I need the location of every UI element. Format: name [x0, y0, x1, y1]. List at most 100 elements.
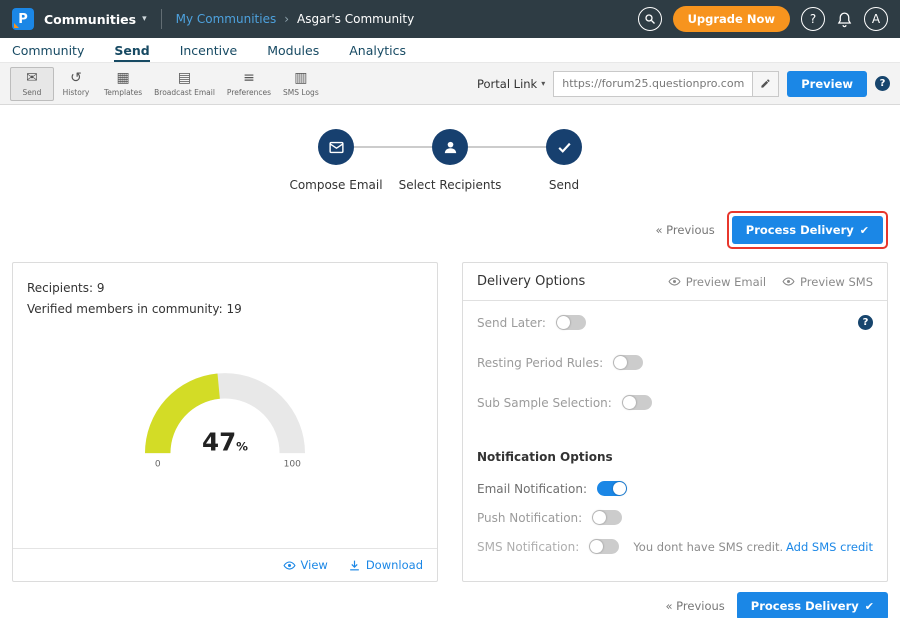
- chevron-down-icon: ▾: [541, 79, 545, 88]
- process-delivery-label: Process Delivery: [751, 599, 859, 613]
- portal-url-input[interactable]: [553, 71, 753, 97]
- annotation-highlight-box: Process Delivery ✔: [727, 211, 888, 249]
- upgrade-now-button[interactable]: Upgrade Now: [673, 6, 790, 32]
- sms-credit-message: You dont have SMS credit.: [633, 540, 783, 554]
- push-notification-label: Push Notification:: [477, 511, 582, 525]
- preferences-icon: ≡: [243, 71, 255, 86]
- check-icon: ✔: [865, 600, 874, 613]
- step-compose-email[interactable]: Compose Email: [290, 129, 382, 192]
- sms-notification-label: SMS Notification:: [477, 540, 579, 554]
- communities-menu-label: Communities: [44, 12, 136, 27]
- tab-send[interactable]: Send: [114, 43, 149, 62]
- gauge-min-label: 0: [155, 460, 161, 470]
- portal-link-dropdown[interactable]: Portal Link ▾: [477, 77, 545, 91]
- questionpro-logo[interactable]: P: [12, 8, 34, 30]
- edit-url-button[interactable]: [753, 71, 779, 97]
- breadcrumb-current: Asgar's Community: [297, 12, 414, 26]
- breadcrumb-separator: ›: [284, 12, 289, 26]
- send-later-toggle[interactable]: [556, 315, 586, 330]
- resting-period-label: Resting Period Rules:: [477, 356, 603, 370]
- question-mark-icon: ?: [810, 12, 816, 26]
- module-nav: Community Send Incentive Modules Analyti…: [0, 38, 900, 63]
- top-action-row: « Previous Process Delivery ✔: [0, 211, 900, 249]
- compose-email-step-circle[interactable]: [318, 129, 354, 165]
- eye-icon: [782, 275, 795, 288]
- tool-broadcast-email-label: Broadcast Email: [154, 88, 215, 97]
- search-button[interactable]: [638, 7, 662, 31]
- tab-incentive[interactable]: Incentive: [180, 43, 238, 62]
- tab-community[interactable]: Community: [12, 43, 84, 62]
- step-select-recipients-label: Select Recipients: [399, 178, 502, 192]
- add-sms-credit-link[interactable]: Add SMS credit: [786, 540, 873, 554]
- download-link[interactable]: Download: [348, 558, 423, 572]
- help-button[interactable]: ?: [801, 7, 825, 31]
- email-notification-label: Email Notification:: [477, 482, 587, 496]
- header-divider: [161, 9, 162, 29]
- eye-icon: [283, 559, 296, 572]
- tool-history[interactable]: ↺ History: [54, 67, 98, 101]
- tab-analytics[interactable]: Analytics: [349, 43, 406, 62]
- step-select-recipients[interactable]: Select Recipients: [404, 129, 496, 192]
- send-toolbar: ✉ Send ↺ History ▦ Templates ▤ Broadcast…: [0, 63, 900, 105]
- email-notification-toggle[interactable]: [597, 481, 627, 496]
- tool-broadcast-email[interactable]: ▤ Broadcast Email: [148, 67, 221, 101]
- previous-link-bottom[interactable]: « Previous: [665, 599, 724, 613]
- preview-button[interactable]: Preview: [787, 71, 867, 97]
- toolbar-help-icon[interactable]: ?: [875, 76, 890, 91]
- templates-icon: ▦: [116, 71, 129, 86]
- sms-logs-icon: ▥: [294, 71, 307, 86]
- avatar-letter: A: [872, 12, 880, 26]
- logo-letter: P: [18, 12, 28, 27]
- portal-link-label: Portal Link: [477, 77, 537, 91]
- step-send-label: Send: [549, 178, 579, 192]
- history-icon: ↺: [70, 71, 82, 86]
- search-icon: [644, 13, 656, 25]
- tab-modules[interactable]: Modules: [267, 43, 319, 62]
- recipients-count: Recipients: 9: [27, 278, 423, 299]
- delivery-options-panel: Delivery Options Preview Email Preview S…: [462, 262, 888, 582]
- envelope-icon: [328, 139, 345, 156]
- view-link[interactable]: View: [283, 558, 328, 572]
- notifications-button[interactable]: [836, 11, 853, 28]
- communities-menu-button[interactable]: Communities ▾: [44, 12, 147, 27]
- step-compose-email-label: Compose Email: [289, 178, 382, 192]
- tool-preferences[interactable]: ≡ Preferences: [221, 67, 277, 101]
- process-delivery-label: Process Delivery: [746, 223, 854, 237]
- tool-templates-label: Templates: [104, 88, 142, 97]
- previous-link-top[interactable]: « Previous: [655, 223, 714, 237]
- send-icon: ✉: [26, 71, 38, 86]
- tool-sms-logs-label: SMS Logs: [283, 88, 319, 97]
- resting-period-toggle[interactable]: [613, 355, 643, 370]
- select-recipients-step-circle[interactable]: [432, 129, 468, 165]
- process-delivery-button-top[interactable]: Process Delivery ✔: [732, 216, 883, 244]
- content-panels: Recipients: 9 Verified members in commun…: [12, 262, 888, 582]
- process-delivery-button-bottom[interactable]: Process Delivery ✔: [737, 592, 888, 618]
- tool-sms-logs[interactable]: ▥ SMS Logs: [277, 67, 325, 101]
- preview-sms-link[interactable]: Preview SMS: [782, 275, 873, 289]
- preview-email-link[interactable]: Preview Email: [668, 275, 766, 289]
- sms-notification-toggle[interactable]: [589, 539, 619, 554]
- broadcast-email-icon: ▤: [178, 71, 191, 86]
- send-step-circle[interactable]: [546, 129, 582, 165]
- bottom-action-row: « Previous Process Delivery ✔: [0, 592, 900, 618]
- view-link-label: View: [301, 558, 328, 572]
- download-icon: [348, 559, 361, 572]
- breadcrumb: My Communities › Asgar's Community: [176, 12, 415, 26]
- download-link-label: Download: [366, 558, 423, 572]
- step-send[interactable]: Send: [518, 129, 610, 192]
- recipients-panel: Recipients: 9 Verified members in commun…: [12, 262, 438, 582]
- sub-sample-toggle[interactable]: [622, 395, 652, 410]
- check-icon: ✔: [860, 224, 869, 237]
- eye-icon: [668, 275, 681, 288]
- breadcrumb-parent-link[interactable]: My Communities: [176, 12, 277, 26]
- wizard-steps: Compose Email Select Recipients Send: [0, 129, 900, 192]
- send-later-help-icon[interactable]: ?: [858, 315, 873, 330]
- check-icon: [556, 139, 573, 156]
- send-later-label: Send Later:: [477, 316, 546, 330]
- avatar[interactable]: A: [864, 7, 888, 31]
- tool-templates[interactable]: ▦ Templates: [98, 67, 148, 101]
- tool-send[interactable]: ✉ Send: [10, 67, 54, 101]
- notification-options-title: Notification Options: [477, 450, 873, 464]
- pencil-icon: [760, 78, 771, 89]
- push-notification-toggle[interactable]: [592, 510, 622, 525]
